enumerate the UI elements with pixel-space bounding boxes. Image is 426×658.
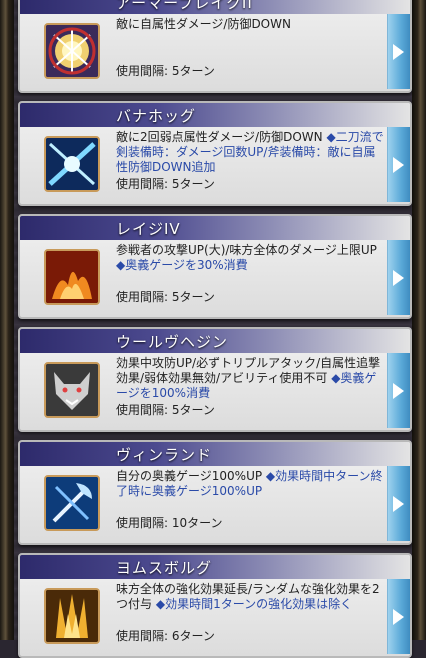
skill-name: ヨムスボルグ [116, 559, 213, 577]
skill-detail-button[interactable] [387, 466, 410, 541]
armor-break-icon[interactable] [44, 23, 100, 79]
axe-icon[interactable] [44, 475, 100, 531]
skill-banner [20, 555, 410, 579]
arrow-right-icon [393, 157, 404, 173]
skill-desc-extra: ◆奥義ゲージを30%消費 [116, 258, 248, 272]
skill-detail-button[interactable] [387, 14, 410, 89]
skill-detail-button[interactable] [387, 240, 410, 315]
arrow-right-icon [393, 270, 404, 286]
skill-interval: 使用間隔: 5ターン [116, 177, 215, 191]
skill-desc-extra: ◆効果時間1ターンの強化効果は除く [155, 597, 353, 611]
fortress-icon[interactable] [44, 588, 100, 644]
arrow-right-icon [393, 496, 404, 512]
skill-card[interactable]: レイジIV 参戦者の攻撃UP(大)/味方全体のダメージ上限UP ◆奥義ゲージを3… [18, 214, 412, 319]
skill-banner [20, 103, 410, 127]
skill-name: レイジIV [116, 220, 181, 238]
skill-interval: 使用間隔: 5ターン [116, 64, 215, 78]
skill-desc-main: 敵に自属性ダメージ/防御DOWN [116, 17, 291, 31]
skill-description: 効果中攻防UP/必ずトリプルアタック/自属性追撃効果/弱体効果無効/アビリティ使… [116, 356, 384, 401]
skill-banner [20, 442, 410, 466]
skill-card[interactable]: バナホッグ 敵に2回弱点属性ダメージ/防御DOWN ◆二刀流で剣装備時：ダメージ… [18, 101, 412, 206]
skill-banner [20, 216, 410, 240]
skill-name: ウールヴヘジン [116, 333, 229, 351]
skill-description: 参戦者の攻撃UP(大)/味方全体のダメージ上限UP ◆奥義ゲージを30%消費 [116, 243, 384, 273]
skill-desc-main: 敵に2回弱点属性ダメージ/防御DOWN [116, 130, 323, 144]
skill-description: 自分の奥義ゲージ100%UP ◆効果時間中ターン終了時に奥義ゲージ100%UP [116, 469, 384, 499]
skill-desc-main: 参戦者の攻撃UP(大)/味方全体のダメージ上限UP [116, 243, 377, 257]
skill-description: 敵に自属性ダメージ/防御DOWN [116, 17, 384, 32]
skill-name: ヴィンランド [116, 446, 213, 464]
skill-list[interactable]: アーマーブレイクII 敵に自属性ダメージ/防御DOWN 使用間隔: 5ターン バ… [0, 0, 426, 658]
skill-detail-button[interactable] [387, 353, 410, 428]
skill-detail-button[interactable] [387, 127, 410, 202]
skill-card[interactable]: ウールヴヘジン 効果中攻防UP/必ずトリプルアタック/自属性追撃効果/弱体効果無… [18, 327, 412, 432]
skill-card[interactable]: アーマーブレイクII 敵に自属性ダメージ/防御DOWN 使用間隔: 5ターン [18, 0, 412, 93]
skill-name: バナホッグ [116, 107, 197, 125]
skill-interval: 使用間隔: 6ターン [116, 629, 215, 643]
skill-interval: 使用間隔: 5ターン [116, 290, 215, 304]
arrow-right-icon [393, 44, 404, 60]
skill-detail-button[interactable] [387, 579, 410, 654]
arrow-right-icon [393, 383, 404, 399]
skill-card[interactable]: ヴィンランド 自分の奥義ゲージ100%UP ◆効果時間中ターン終了時に奥義ゲージ… [18, 440, 412, 545]
banahogg-icon[interactable] [44, 136, 100, 192]
rage-icon[interactable] [44, 249, 100, 305]
arrow-right-icon [393, 609, 404, 625]
skill-name: アーマーブレイクII [116, 0, 253, 12]
skill-interval: 使用間隔: 10ターン [116, 516, 223, 530]
skill-card[interactable]: ヨムスボルグ 味方全体の強化効果延長/ランダムな強化効果を2つ付与 ◆効果時間1… [18, 553, 412, 658]
wolf-icon[interactable] [44, 362, 100, 418]
skill-description: 味方全体の強化効果延長/ランダムな強化効果を2つ付与 ◆効果時間1ターンの強化効… [116, 582, 384, 612]
skill-description: 敵に2回弱点属性ダメージ/防御DOWN ◆二刀流で剣装備時：ダメージ回数UP/斧… [116, 130, 384, 175]
skill-desc-main: 自分の奥義ゲージ100%UP [116, 469, 263, 483]
skill-interval: 使用間隔: 5ターン [116, 403, 215, 417]
